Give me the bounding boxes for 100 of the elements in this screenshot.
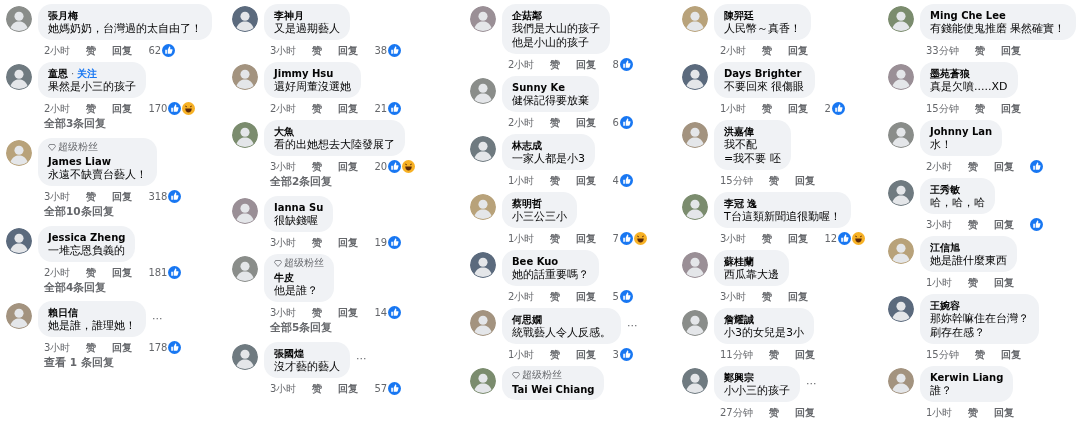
like-link[interactable]: 赞 (86, 188, 97, 204)
reply-link[interactable]: 回复 (794, 173, 815, 188)
reply-link[interactable]: 回复 (794, 347, 815, 362)
comment-time[interactable]: 15分钟 (926, 347, 959, 362)
comment-time[interactable]: 1小时 (926, 275, 953, 290)
commenter-name[interactable]: 童恩 (48, 68, 68, 79)
like-link[interactable]: 赞 (86, 340, 97, 356)
reply-link[interactable]: 回复 (576, 173, 597, 188)
view-replies-link[interactable]: 全部4条回复 (6, 279, 226, 296)
reply-link[interactable]: 回复 (788, 101, 809, 116)
comment-time[interactable]: 33分钟 (926, 43, 959, 58)
comment-time[interactable]: 2小时 (270, 101, 297, 116)
reply-link[interactable]: 回复 (994, 275, 1015, 290)
comment-time[interactable]: 1小时 (926, 405, 953, 420)
comment-time[interactable]: 2小时 (44, 43, 71, 58)
more-options[interactable]: ··· (627, 317, 638, 335)
like-link[interactable]: 赞 (312, 101, 323, 116)
commenter-name[interactable]: 蘇桂蘭 (724, 256, 754, 267)
like-link[interactable]: 赞 (312, 43, 323, 58)
commenter-name[interactable]: Ming Che Lee (930, 10, 1006, 21)
like-link[interactable]: 赞 (550, 231, 561, 246)
commenter-name[interactable]: 鄭興宗 (724, 372, 754, 383)
like-link[interactable]: 赞 (968, 405, 979, 420)
comment-time[interactable]: 15分钟 (926, 101, 959, 116)
reply-link[interactable]: 回复 (338, 304, 359, 320)
comment-time[interactable]: 3小时 (270, 380, 297, 396)
like-link[interactable]: 赞 (974, 347, 985, 362)
reply-link[interactable]: 回复 (112, 340, 133, 356)
reply-link[interactable]: 回复 (788, 231, 809, 246)
commenter-name[interactable]: James Liaw (48, 155, 111, 167)
commenter-name[interactable]: Bee Kuo (512, 256, 559, 267)
commenter-name[interactable]: 洪嘉偉 (724, 126, 754, 137)
comment-time[interactable]: 1小时 (720, 101, 747, 116)
reply-link[interactable]: 回复 (576, 289, 597, 304)
commenter-name[interactable]: Days Brighter (724, 68, 802, 79)
like-link[interactable]: 赞 (550, 347, 561, 362)
reply-link[interactable]: 回复 (576, 347, 597, 362)
reply-link[interactable]: 回复 (112, 43, 133, 58)
comment-time[interactable]: 2小时 (508, 115, 535, 130)
commenter-name[interactable]: 大魚 (274, 126, 294, 137)
comment-time[interactable]: 3小时 (720, 231, 747, 246)
more-options[interactable]: ··· (806, 375, 817, 393)
commenter-name[interactable]: 王秀敏 (930, 184, 960, 195)
commenter-name[interactable]: Tai Wei Chiang (512, 384, 595, 395)
reply-link[interactable]: 回复 (1000, 347, 1021, 362)
reply-link[interactable]: 回复 (788, 289, 809, 304)
reply-link[interactable]: 回复 (794, 405, 815, 420)
like-link[interactable]: 赞 (550, 173, 561, 188)
commenter-name[interactable]: 牛皮 (274, 271, 294, 283)
like-link[interactable]: 赞 (768, 347, 779, 362)
commenter-name[interactable]: Ianna Su (274, 201, 324, 213)
like-link[interactable]: 赞 (762, 101, 773, 116)
reply-link[interactable]: 回复 (994, 217, 1015, 232)
comment-time[interactable]: 2小时 (508, 57, 535, 72)
like-link[interactable]: 赞 (312, 159, 323, 174)
comment-time[interactable]: 3小时 (926, 217, 953, 232)
commenter-name[interactable]: 李冠 逸 (724, 198, 758, 209)
commenter-name[interactable]: 張國煌 (274, 347, 304, 359)
reply-link[interactable]: 回复 (576, 57, 597, 72)
comment-time[interactable]: 1小时 (508, 231, 535, 246)
like-link[interactable]: 赞 (550, 57, 561, 72)
reply-link[interactable]: 回复 (1000, 101, 1021, 116)
commenter-name[interactable]: 企菇鄰 (512, 10, 542, 21)
like-link[interactable]: 赞 (762, 43, 773, 58)
comment-time[interactable]: 3小时 (270, 159, 297, 174)
reply-link[interactable]: 回复 (338, 159, 359, 174)
like-link[interactable]: 赞 (974, 43, 985, 58)
like-link[interactable]: 赞 (974, 101, 985, 116)
comment-time[interactable]: 2小时 (44, 101, 71, 116)
comment-time[interactable]: 27分钟 (720, 405, 753, 420)
like-link[interactable]: 赞 (768, 173, 779, 188)
reply-link[interactable]: 回复 (576, 115, 597, 130)
comment-time[interactable]: 3小时 (720, 289, 747, 304)
more-options[interactable]: ··· (356, 351, 367, 368)
like-link[interactable]: 赞 (312, 234, 323, 250)
commenter-name[interactable]: Johnny Lan (930, 126, 993, 137)
view-replies-link[interactable]: 全部2条回复 (232, 174, 464, 190)
comment-time[interactable]: 11分钟 (720, 347, 753, 362)
reply-link[interactable]: 回复 (112, 264, 133, 280)
comment-time[interactable]: 2小时 (720, 43, 747, 58)
reply-link[interactable]: 回复 (112, 101, 133, 116)
commenter-name[interactable]: 蔡明哲 (512, 198, 542, 209)
like-link[interactable]: 赞 (550, 115, 561, 130)
comment-time[interactable]: 2小时 (926, 159, 953, 174)
like-link[interactable]: 赞 (550, 289, 561, 304)
commenter-name[interactable]: 何思嫺 (512, 314, 542, 325)
commenter-name[interactable]: Jimmy Hsu (274, 68, 334, 79)
comment-time[interactable]: 3小时 (44, 340, 71, 356)
reply-link[interactable]: 回复 (576, 231, 597, 246)
commenter-name[interactable]: 詹耀誠 (724, 314, 754, 325)
comment-time[interactable]: 2小时 (508, 289, 535, 304)
comment-time[interactable]: 3小时 (270, 234, 297, 250)
commenter-name[interactable]: 賴日信 (48, 307, 78, 319)
comment-time[interactable]: 3小时 (44, 188, 71, 204)
commenter-name[interactable]: 林志成 (512, 140, 542, 151)
commenter-name[interactable]: Sunny Ke (512, 82, 565, 93)
reply-link[interactable]: 回复 (338, 43, 359, 58)
like-link[interactable]: 赞 (762, 231, 773, 246)
like-link[interactable]: 赞 (312, 304, 323, 320)
like-link[interactable]: 赞 (768, 405, 779, 420)
